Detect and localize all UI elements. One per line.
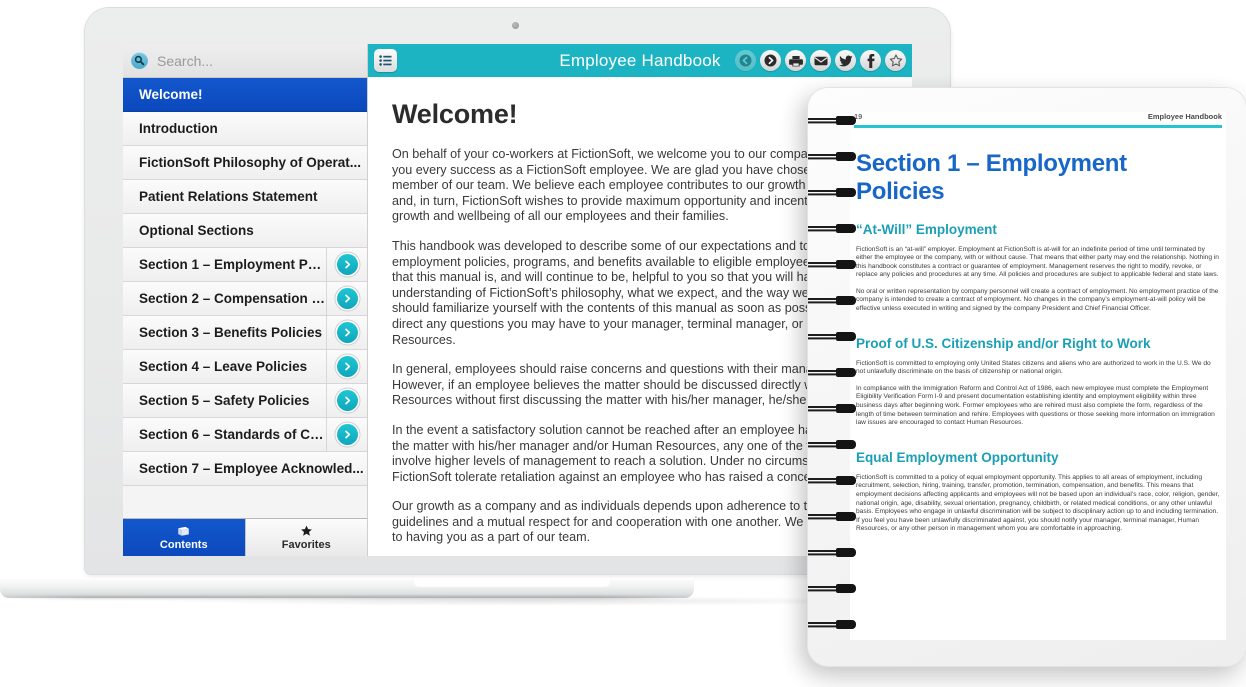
search-bar[interactable] — [123, 44, 367, 78]
notebook-paragraph: In compliance with the Immigration Refor… — [856, 384, 1215, 427]
toc-item-section-7[interactable]: Section 7 – Employee Acknowled... — [123, 452, 367, 486]
toc-item-optional-sections[interactable]: Optional Sections — [123, 214, 367, 248]
spiral-ring — [808, 188, 856, 197]
spiral-ring — [808, 620, 856, 629]
toc-item-introduction[interactable]: Introduction — [123, 112, 367, 146]
notebook-page-header: 19 Employee Handbook — [850, 112, 1226, 123]
spiral-ring — [808, 260, 856, 269]
list-menu-icon[interactable] — [374, 49, 397, 72]
toc-item-welcome[interactable]: Welcome! — [123, 78, 367, 112]
notebook-subheading: “At-Will” Employment — [856, 221, 997, 237]
notebook-section-title: Section 1 – Employment Policies — [856, 149, 1127, 205]
toc-expand-button[interactable] — [326, 248, 367, 281]
handbook-app: Welcome! Introduction FictionSoft Philos… — [123, 44, 912, 556]
toc-item-philosophy[interactable]: FictionSoft Philosophy of Operat... — [123, 146, 367, 180]
email-icon[interactable] — [810, 50, 831, 71]
toc-item-section-2[interactable]: Section 2 – Compensation P... — [123, 282, 367, 316]
sidebar-tabbar: Contents Favorites — [123, 518, 367, 556]
print-icon[interactable] — [785, 50, 806, 71]
toc-item-label: Optional Sections — [139, 223, 254, 238]
chevron-right-icon — [336, 424, 358, 445]
laptop-screen: Welcome! Introduction FictionSoft Philos… — [123, 44, 912, 556]
spiral-ring — [808, 584, 856, 593]
toc-expand-button[interactable] — [326, 350, 367, 383]
spiral-ring — [808, 152, 856, 161]
screenshot-stage: Welcome! Introduction FictionSoft Philos… — [0, 0, 1246, 687]
chevron-right-icon — [336, 254, 358, 275]
toc-item-label: Section 6 – Standards of Co... — [139, 427, 326, 442]
toc-expand-button[interactable] — [326, 418, 367, 451]
tab-contents[interactable]: Contents — [123, 519, 245, 556]
laptop-base-notch — [414, 578, 610, 587]
running-head: Employee Handbook — [1147, 112, 1222, 121]
chevron-right-icon — [336, 356, 358, 377]
toc-item-label: Introduction — [139, 121, 218, 136]
star-icon — [300, 525, 313, 538]
spiral-ring — [808, 548, 856, 557]
toc-item-label: Section 7 – Employee Acknowled... — [139, 461, 364, 476]
spiral-ring — [808, 296, 856, 305]
app-toolbar: Employee Handbook — [368, 44, 912, 77]
spiral-ring — [808, 116, 856, 125]
notebook-page: 19 Employee Handbook Section 1 – Employm… — [850, 112, 1226, 640]
toc-item-patient-relations[interactable]: Patient Relations Statement — [123, 180, 367, 214]
notebook-paragraph: FictionSoft is an “at-will” employer. Em… — [856, 245, 1219, 279]
spiral-ring — [808, 404, 856, 413]
back-icon[interactable] — [735, 50, 756, 71]
facebook-icon[interactable] — [860, 50, 881, 71]
spiral-ring — [808, 476, 856, 485]
webcam-icon — [512, 22, 519, 29]
spiral-ring — [808, 512, 856, 521]
twitter-icon[interactable] — [835, 50, 856, 71]
chevron-right-icon — [336, 322, 358, 343]
spiral-ring — [808, 368, 856, 377]
toc-item-label: Section 5 – Safety Policies — [139, 393, 310, 408]
toc-item-section-6[interactable]: Section 6 – Standards of Co... — [123, 418, 367, 452]
toc-expand-button[interactable] — [326, 384, 367, 417]
notebook-subheading: Proof of U.S. Citizenship and/or Right t… — [856, 335, 1151, 351]
chevron-right-icon — [336, 288, 358, 309]
toc-item-label: Section 2 – Compensation P... — [139, 291, 326, 306]
chevron-right-icon — [336, 390, 358, 411]
toc-item-section-3[interactable]: Section 3 – Benefits Policies — [123, 316, 367, 350]
toc-item-section-4[interactable]: Section 4 – Leave Policies — [123, 350, 367, 384]
toc-item-section-5[interactable]: Section 5 – Safety Policies — [123, 384, 367, 418]
toc-item-section-1[interactable]: Section 1 – Employment Pol... — [123, 248, 367, 282]
tab-favorites-label: Favorites — [281, 538, 331, 551]
notebook-subheading: Equal Employment Opportunity — [856, 449, 1059, 465]
toc-expand-button[interactable] — [326, 316, 367, 349]
toc-item-label: Section 1 – Employment Pol... — [139, 257, 326, 272]
book-icon — [177, 525, 190, 538]
tab-favorites[interactable]: Favorites — [244, 519, 367, 556]
laptop-base-shadow — [6, 596, 686, 599]
search-icon — [131, 52, 148, 69]
toc-item-label: Section 3 – Benefits Policies — [139, 325, 323, 340]
table-of-contents-list: Welcome! Introduction FictionSoft Philos… — [123, 78, 367, 518]
notebook-paragraph: FictionSoft is committed to employing on… — [856, 359, 1211, 376]
spiral-ring — [808, 440, 856, 449]
search-input[interactable] — [155, 51, 359, 70]
sidebar: Welcome! Introduction FictionSoft Philos… — [123, 44, 368, 556]
toc-item-label: Section 4 – Leave Policies — [139, 359, 308, 374]
spiral-binding — [808, 116, 868, 656]
notebook-paragraph: No oral or written representation by com… — [856, 287, 1219, 313]
favorite-star-icon[interactable] — [885, 50, 906, 71]
forward-icon[interactable] — [760, 50, 781, 71]
spiral-ring — [808, 332, 856, 341]
spiral-ring — [808, 224, 856, 233]
toc-item-label: FictionSoft Philosophy of Operat... — [139, 155, 361, 170]
toc-expand-button[interactable] — [326, 282, 367, 315]
toc-item-label: Welcome! — [139, 87, 203, 102]
notebook-paragraph: FictionSoft is committed to a policy of … — [856, 473, 1220, 533]
toc-item-label: Patient Relations Statement — [139, 189, 318, 204]
toolbar-actions — [735, 50, 906, 71]
tab-contents-label: Contents — [159, 538, 208, 551]
notebook-body: Section 1 – Employment Policies “At-Will… — [850, 128, 1226, 534]
tablet-device: 19 Employee Handbook Section 1 – Employm… — [808, 88, 1246, 666]
